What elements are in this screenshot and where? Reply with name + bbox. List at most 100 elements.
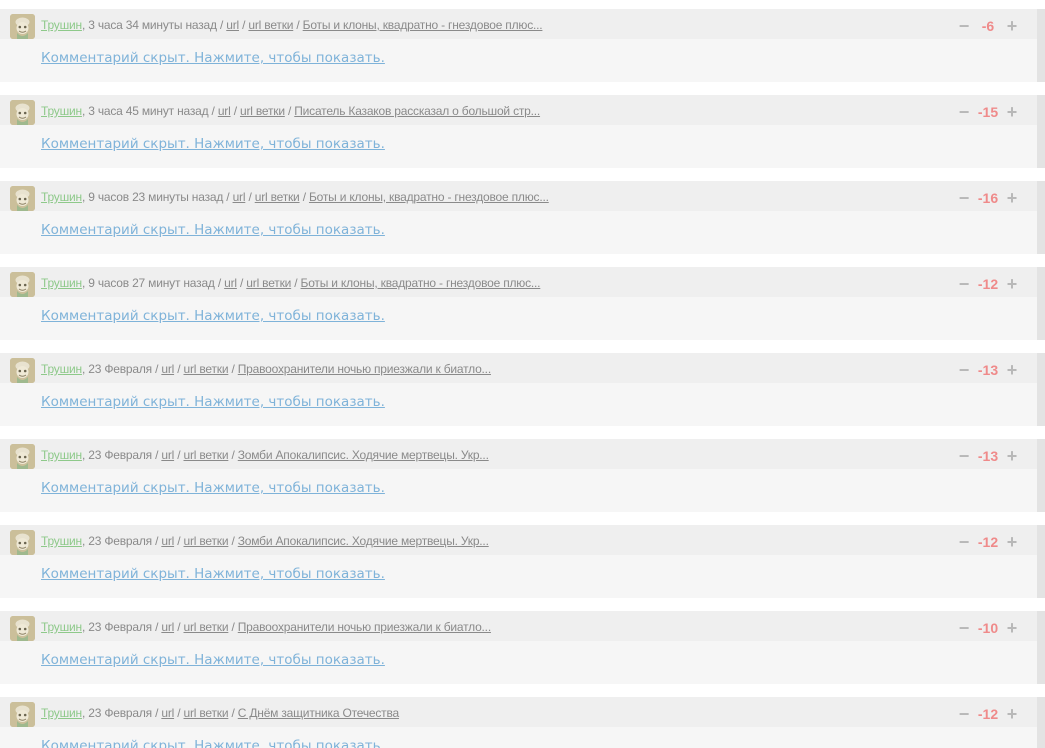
comment-body: Комментарий скрыт. Нажмите, чтобы показа… [0,39,1037,82]
comment-item: Трушин, 9 часов 23 минуты назад / url / … [0,181,1045,254]
avatar-icon[interactable] [10,272,35,297]
comment-meta: Трушин, 23 Февраля / url / url ветки / З… [41,534,489,548]
comment-score: -13 [977,362,999,378]
comment-meta: Трушин, 3 часа 34 минуты назад / url / u… [41,18,543,32]
comment-body: Комментарий скрыт. Нажмите, чтобы показа… [0,297,1037,340]
comment-item: Трушин, 23 Февраля / url / url ветки / П… [0,353,1045,426]
comment-header: Трушин, 9 часов 23 минуты назад / url / … [0,181,1037,211]
url-link[interactable]: url [161,362,174,376]
topic-link[interactable]: Правоохранители ночью приезжали к биатло… [238,620,491,634]
comment-score: -12 [977,534,999,550]
comment-meta: Трушин, 23 Февраля / url / url ветки / З… [41,448,489,462]
topic-link[interactable]: Боты и клоны, квадратно - гнездовое плюс… [303,18,543,32]
url-link[interactable]: url [161,448,174,462]
author-link[interactable]: Трушин [41,190,82,204]
plus-icon[interactable]: + [1005,619,1019,637]
show-hidden-comment-link[interactable]: Комментарий скрыт. Нажмите, чтобы показа… [41,222,385,238]
topic-link[interactable]: Правоохранители ночью приезжали к биатло… [238,362,491,376]
slash-separator: / [284,104,295,118]
comment-list: Трушин, 3 часа 34 минуты назад / url / u… [0,0,1045,748]
show-hidden-comment-link[interactable]: Комментарий скрыт. Нажмите, чтобы показа… [41,136,385,152]
comment-body: Комментарий скрыт. Нажмите, чтобы показа… [0,555,1037,598]
author-link[interactable]: Трушин [41,104,82,118]
author-link[interactable]: Трушин [41,706,82,720]
avatar-icon[interactable] [10,186,35,211]
url-link[interactable]: url [161,706,174,720]
avatar-icon[interactable] [10,444,35,469]
branch-url-link[interactable]: url ветки [184,534,229,548]
url-link[interactable]: url [224,276,237,290]
avatar-icon[interactable] [10,358,35,383]
topic-link[interactable]: Зомби Апокалипсис. Ходячие мертвецы. Укр… [238,448,489,462]
comment-body: Комментарий скрыт. Нажмите, чтобы показа… [0,211,1037,254]
plus-icon[interactable]: + [1005,533,1019,551]
avatar-icon[interactable] [10,702,35,727]
show-hidden-comment-link[interactable]: Комментарий скрыт. Нажмите, чтобы показа… [41,480,385,496]
show-hidden-comment-link[interactable]: Комментарий скрыт. Нажмите, чтобы показа… [41,738,385,748]
branch-url-link[interactable]: url ветки [184,448,229,462]
plus-icon[interactable]: + [1005,361,1019,379]
plus-icon[interactable]: + [1005,275,1019,293]
url-link[interactable]: url [233,190,246,204]
author-link[interactable]: Трушин [41,18,82,32]
comment-score: -10 [977,620,999,636]
topic-link[interactable]: Зомби Апокалипсис. Ходячие мертвецы. Укр… [238,534,489,548]
plus-icon[interactable]: + [1005,705,1019,723]
topic-link[interactable]: Писатель Казаков рассказал о большой стр… [294,104,540,118]
url-link[interactable]: url [161,620,174,634]
minus-icon[interactable]: − [957,447,971,465]
show-hidden-comment-link[interactable]: Комментарий скрыт. Нажмите, чтобы показа… [41,308,385,324]
author-link[interactable]: Трушин [41,362,82,376]
show-hidden-comment-link[interactable]: Комментарий скрыт. Нажмите, чтобы показа… [41,566,385,582]
branch-url-link[interactable]: url ветки [240,104,285,118]
url-link[interactable]: url [218,104,231,118]
author-link[interactable]: Трушин [41,276,82,290]
plus-icon[interactable]: + [1005,17,1019,35]
topic-link[interactable]: Боты и клоны, квадратно - гнездовое плюс… [301,276,541,290]
plus-icon[interactable]: + [1005,447,1019,465]
comment-body: Комментарий скрыт. Нажмите, чтобы показа… [0,125,1037,168]
vote-controls: − -12 + [957,531,1019,553]
avatar-icon[interactable] [10,616,35,641]
topic-link[interactable]: С Днём защитника Отечества [238,706,399,720]
slash-separator: / [228,362,238,376]
author-link[interactable]: Трушин [41,534,82,548]
comment-time: 9 часов 27 минут назад [88,276,215,290]
vote-controls: − -13 + [957,359,1019,381]
author-link[interactable]: Трушин [41,448,82,462]
author-link[interactable]: Трушин [41,620,82,634]
minus-icon[interactable]: − [957,17,971,35]
minus-icon[interactable]: − [957,705,971,723]
comment-score: -15 [977,104,999,120]
show-hidden-comment-link[interactable]: Комментарий скрыт. Нажмите, чтобы показа… [41,652,385,668]
show-hidden-comment-link[interactable]: Комментарий скрыт. Нажмите, чтобы показа… [41,50,385,66]
url-link[interactable]: url [226,18,239,32]
avatar-icon[interactable] [10,100,35,125]
minus-icon[interactable]: − [957,533,971,551]
plus-icon[interactable]: + [1005,189,1019,207]
branch-url-link[interactable]: url ветки [246,276,291,290]
comment-item: Трушин, 9 часов 27 минут назад / url / u… [0,267,1045,340]
avatar-icon[interactable] [10,530,35,555]
url-link[interactable]: url [161,534,174,548]
slash-separator: / [239,18,249,32]
avatar-icon[interactable] [10,14,35,39]
minus-icon[interactable]: − [957,103,971,121]
branch-url-link[interactable]: url ветки [184,620,229,634]
comment-time: 3 часа 34 минуты назад [88,18,217,32]
show-hidden-comment-link[interactable]: Комментарий скрыт. Нажмите, чтобы показа… [41,394,385,410]
plus-icon[interactable]: + [1005,103,1019,121]
comment-time: 3 часа 45 минут назад [88,104,209,118]
comment-header: Трушин, 23 Февраля / url / url ветки / З… [0,439,1037,469]
branch-url-link[interactable]: url ветки [255,190,300,204]
branch-url-link[interactable]: url ветки [184,362,229,376]
slash-separator: / [151,620,162,634]
minus-icon[interactable]: − [957,361,971,379]
branch-url-link[interactable]: url ветки [248,18,293,32]
minus-icon[interactable]: − [957,189,971,207]
branch-url-link[interactable]: url ветки [184,706,229,720]
slash-separator: / [299,190,309,204]
topic-link[interactable]: Боты и клоны, квадратно - гнездовое плюс… [309,190,549,204]
minus-icon[interactable]: − [957,275,971,293]
minus-icon[interactable]: − [957,619,971,637]
